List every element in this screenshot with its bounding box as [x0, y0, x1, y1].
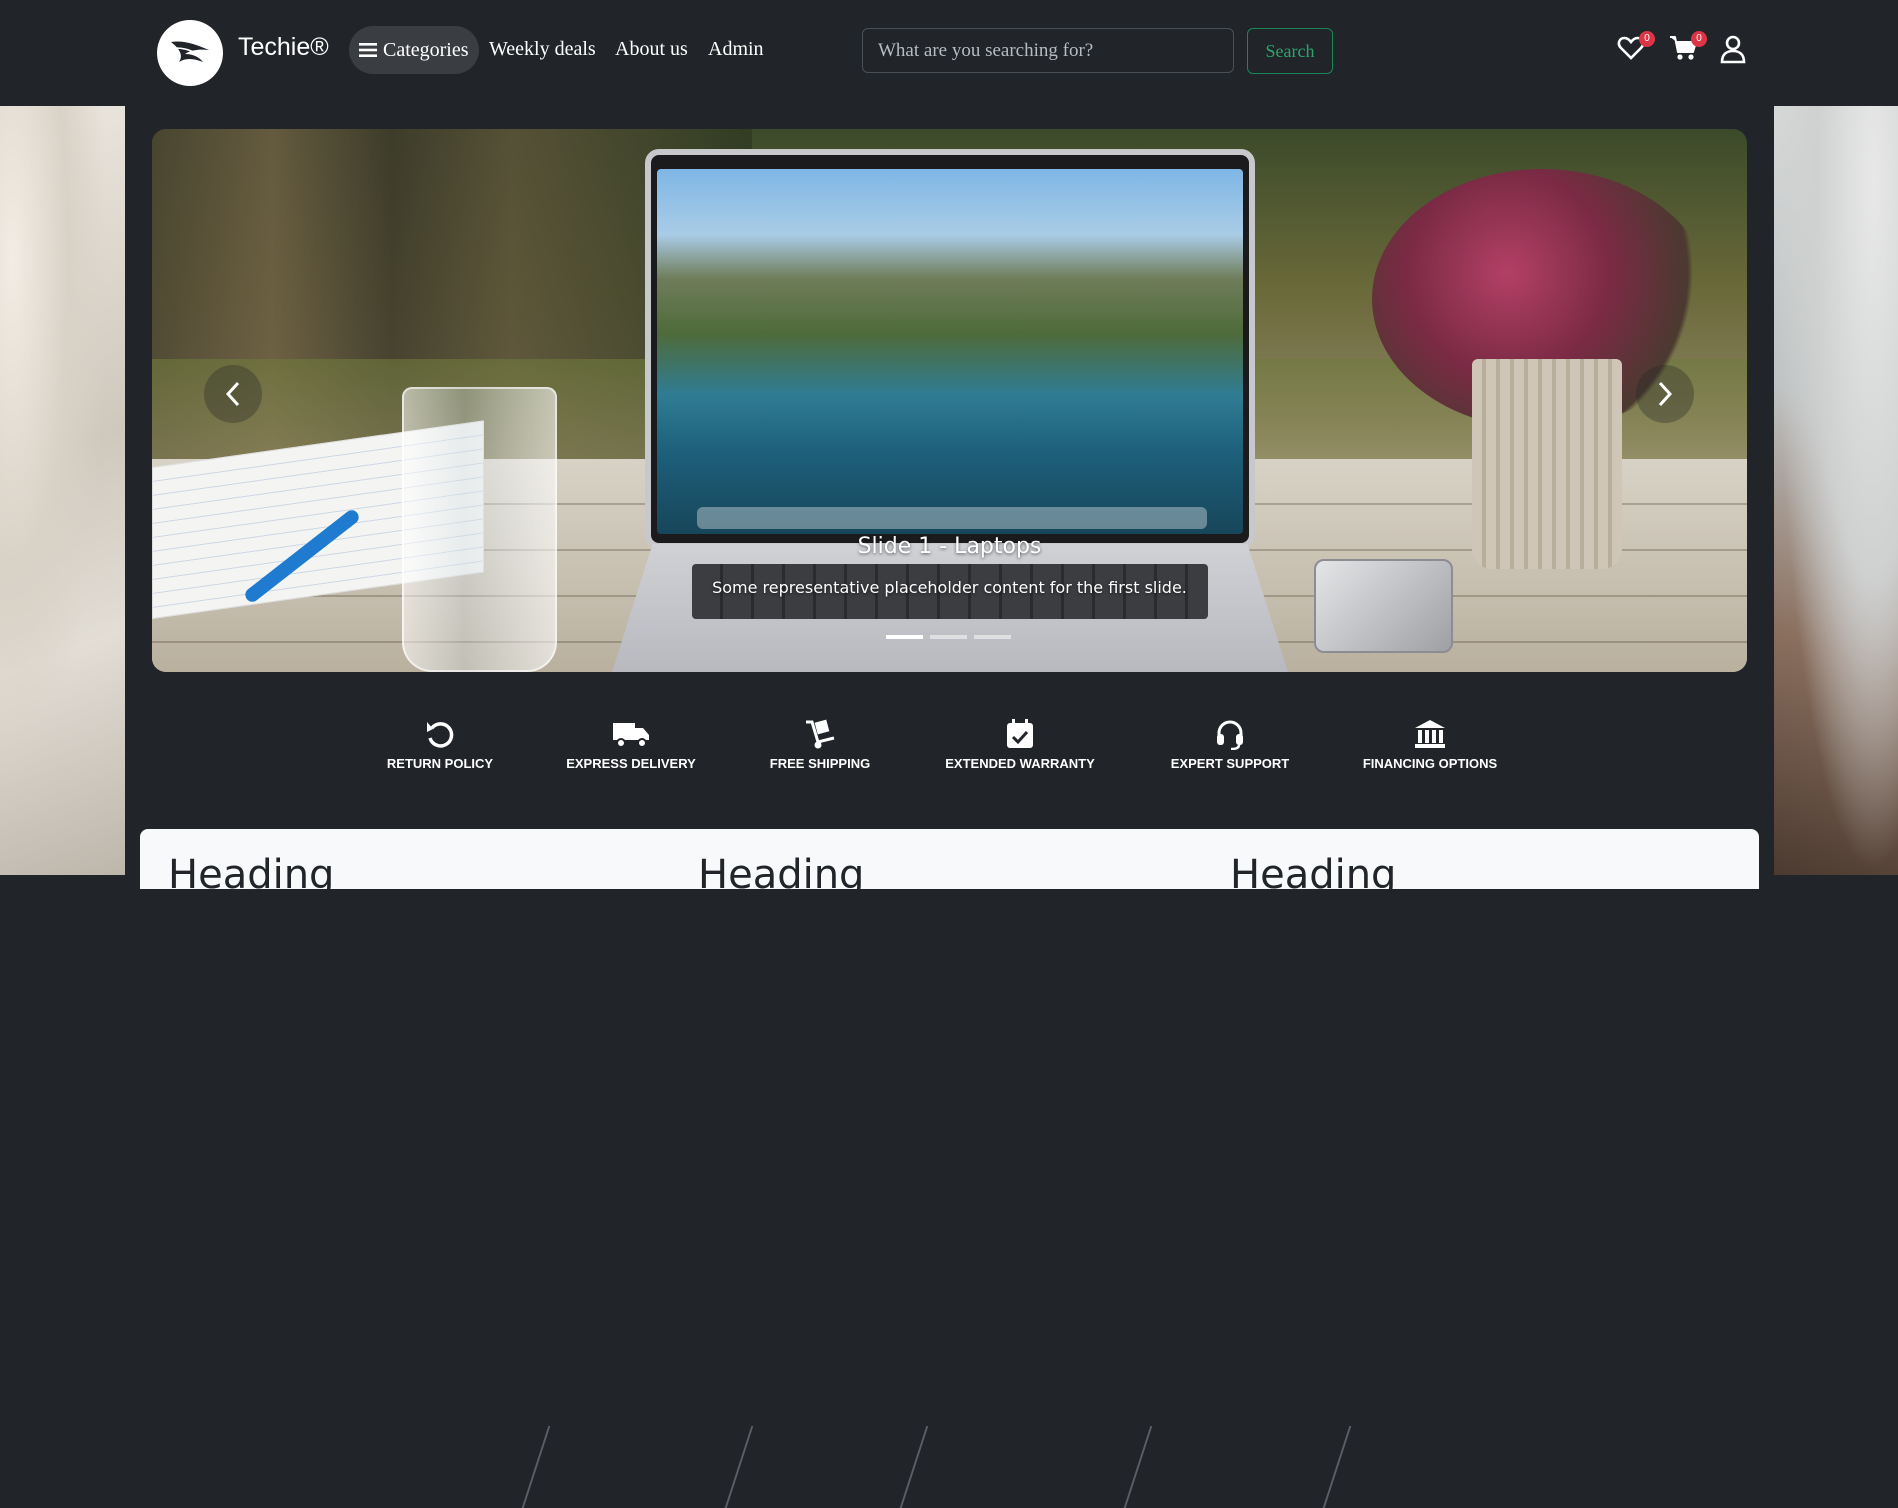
return-icon: [427, 722, 454, 748]
feature-divider: [724, 1426, 754, 1508]
cards-section: [140, 829, 1759, 889]
carousel-prev-button[interactable]: [204, 365, 262, 423]
chevron-right-icon: [1658, 381, 1673, 407]
feature-label: FREE SHIPPING: [769, 756, 871, 771]
feature-return-policy: RETURN POLICY: [375, 718, 505, 771]
feature-divider: [1123, 1426, 1153, 1508]
search-input[interactable]: [862, 28, 1234, 73]
feature-label: FINANCING OPTIONS: [1362, 756, 1498, 771]
carousel-indicators: [886, 635, 1011, 639]
feature-divider: [1322, 1426, 1352, 1508]
slide-title: Slide 1 - Laptops: [857, 534, 1042, 559]
feature-label: EXPERT SUPPORT: [1170, 756, 1290, 771]
account-button[interactable]: [1719, 34, 1751, 66]
headset-icon: [1217, 720, 1243, 750]
cart-count-badge: 0: [1691, 31, 1707, 47]
slide-phone: [1314, 559, 1453, 653]
eagle-logo-icon: [171, 41, 209, 62]
slide-laptop-dock: [697, 507, 1207, 529]
truck-icon: [613, 723, 649, 748]
person-icon: [1720, 35, 1746, 64]
slide-laptop-screen: [657, 169, 1243, 534]
hero-carousel[interactable]: Slide 1 - Laptops Some representative pl…: [152, 129, 1747, 672]
slide-caption: Some representative placeholder content …: [712, 578, 1187, 597]
feature-divider: [899, 1426, 929, 1508]
cart-button[interactable]: 0: [1669, 31, 1707, 66]
wishlist-count-badge: 0: [1639, 31, 1655, 47]
feature-extended-warranty: EXTENDED WARRANTY: [935, 718, 1105, 771]
nav-link-about-us[interactable]: About us: [615, 38, 688, 61]
brand-name[interactable]: Techie®: [238, 33, 329, 62]
chevron-left-icon: [225, 381, 240, 407]
feature-express-delivery: EXPRESS DELIVERY: [556, 718, 706, 771]
nav-link-admin[interactable]: Admin: [708, 38, 764, 61]
card-heading-2: Heading: [698, 852, 865, 898]
navbar: Techie® Categories Weekly deals About us…: [0, 0, 1898, 106]
categories-label: Categories: [383, 38, 469, 61]
carousel-indicator-3[interactable]: [974, 635, 1011, 639]
feature-label: EXTENDED WARRANTY: [945, 756, 1095, 771]
card-heading-1: Heading: [168, 852, 335, 898]
brand-logo[interactable]: [157, 20, 223, 86]
carousel-indicator-1[interactable]: [886, 635, 923, 639]
feature-free-shipping: FREE SHIPPING: [760, 718, 880, 771]
hamburger-icon: [359, 43, 377, 57]
nav-link-weekly-deals[interactable]: Weekly deals: [489, 38, 596, 61]
card-heading-3: Heading: [1230, 852, 1397, 898]
feature-divider: [521, 1426, 551, 1508]
search-button[interactable]: Search: [1247, 28, 1333, 74]
dolly-icon: [806, 719, 835, 749]
categories-button[interactable]: Categories: [349, 26, 479, 74]
feature-financing-options: FINANCING OPTIONS: [1355, 718, 1505, 771]
carousel-next-button[interactable]: [1636, 365, 1694, 423]
features-bar: RETURN POLICY EXPRESS DELIVERY FREE SHIP…: [0, 718, 1898, 1508]
feature-label: RETURN POLICY: [386, 756, 494, 771]
calendar-check-icon: [1007, 719, 1033, 748]
carousel-indicator-2[interactable]: [930, 635, 967, 639]
feature-expert-support: EXPERT SUPPORT: [1158, 718, 1302, 771]
bank-icon: [1415, 720, 1445, 748]
feature-label: EXPRESS DELIVERY: [566, 756, 696, 771]
wishlist-button[interactable]: 0: [1617, 31, 1655, 66]
slide-glass: [402, 387, 557, 672]
